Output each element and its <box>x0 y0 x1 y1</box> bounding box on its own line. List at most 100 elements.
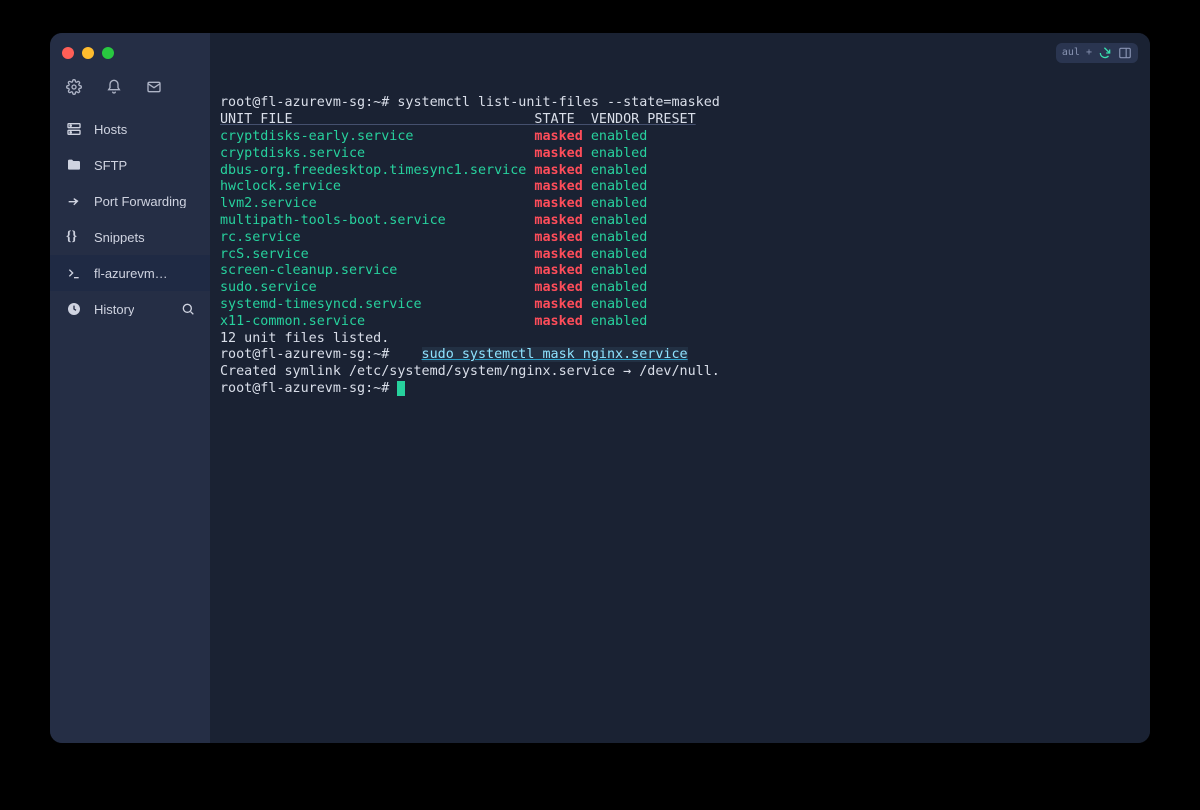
app-window: Hosts SFTP Port Forwarding {} Snippets f… <box>50 33 1150 743</box>
cursor <box>397 381 405 396</box>
col-unit: UNIT FILE <box>220 112 534 127</box>
prompt-line: root@fl-azurevm-sg:~# systemctl list-uni… <box>220 95 720 110</box>
service-state: masked <box>534 213 590 228</box>
service-preset: enabled <box>591 179 647 194</box>
service-preset: enabled <box>591 247 647 262</box>
minimize-icon[interactable] <box>82 47 94 59</box>
service-preset: enabled <box>591 297 647 312</box>
command: sudo systemctl mask nginx.service <box>422 347 688 362</box>
forward-icon <box>66 193 82 209</box>
braces-icon: {} <box>66 229 82 245</box>
prompt-line: root@fl-azurevm-sg:~# <box>220 347 422 362</box>
terminal-line: cryptdisks-early.service masked enabled <box>220 129 1136 146</box>
service-state: masked <box>534 163 590 178</box>
prompt-line: root@fl-azurevm-sg:~# <box>220 381 397 396</box>
sidebar-item-sftp[interactable]: SFTP <box>50 147 210 183</box>
terminal[interactable]: aul + root@fl-azurevm-sg:~# systemctl li… <box>210 33 1150 743</box>
summary-line: 12 unit files listed. <box>220 331 389 346</box>
service-name: cryptdisks-early.service <box>220 129 534 144</box>
service-name: x11-common.service <box>220 314 534 329</box>
col-state: STATE <box>534 112 590 127</box>
sidebar-item-session[interactable]: fl-azurevm… <box>50 255 210 291</box>
terminal-line: UNIT FILE STATE VENDOR PRESET <box>220 112 1136 129</box>
terminal-line: systemd-timesyncd.service masked enabled <box>220 297 1136 314</box>
service-state: masked <box>534 129 590 144</box>
sidebar-item-label: History <box>94 303 134 316</box>
terminal-line: sudo.service masked enabled <box>220 280 1136 297</box>
result-line: Created symlink /etc/systemd/system/ngin… <box>220 364 720 379</box>
sidebar-item-portfwd[interactable]: Port Forwarding <box>50 183 210 219</box>
terminal-line: multipath-tools-boot.service masked enab… <box>220 213 1136 230</box>
terminal-line: rcS.service masked enabled <box>220 247 1136 264</box>
folder-icon <box>66 157 82 173</box>
service-name: dbus-org.freedesktop.timesync1.service <box>220 163 534 178</box>
sidebar-item-label: fl-azurevm… <box>94 267 168 280</box>
service-name: systemd-timesyncd.service <box>220 297 534 312</box>
service-preset: enabled <box>591 314 647 329</box>
panel-icon[interactable] <box>1118 46 1132 60</box>
sidebar-item-hosts[interactable]: Hosts <box>50 111 210 147</box>
sidebar-top-icons <box>50 73 210 111</box>
service-preset: enabled <box>591 263 647 278</box>
terminal-line: screen-cleanup.service masked enabled <box>220 263 1136 280</box>
bell-icon[interactable] <box>106 79 122 95</box>
sidebar-nav: Hosts SFTP Port Forwarding {} Snippets f… <box>50 111 210 327</box>
terminal-line: root@fl-azurevm-sg:~# sudo systemctl mas… <box>220 347 1136 364</box>
service-name: multipath-tools-boot.service <box>220 213 534 228</box>
service-name: rc.service <box>220 230 534 245</box>
service-state: masked <box>534 280 590 295</box>
envelope-icon[interactable] <box>146 79 162 95</box>
col-preset: VENDOR PRESET <box>591 112 696 127</box>
service-state: masked <box>534 230 590 245</box>
zoom-icon[interactable] <box>102 47 114 59</box>
server-icon <box>66 121 82 137</box>
service-state: masked <box>534 297 590 312</box>
service-preset: enabled <box>591 230 647 245</box>
service-name: rcS.service <box>220 247 534 262</box>
service-state: masked <box>534 247 590 262</box>
terminal-line: lvm2.service masked enabled <box>220 196 1136 213</box>
sidebar-item-label: SFTP <box>94 159 127 172</box>
service-preset: enabled <box>591 196 647 211</box>
service-name: hwclock.service <box>220 179 534 194</box>
service-preset: enabled <box>591 280 647 295</box>
sidebar: Hosts SFTP Port Forwarding {} Snippets f… <box>50 33 210 743</box>
service-preset: enabled <box>591 163 647 178</box>
terminal-line: hwclock.service masked enabled <box>220 179 1136 196</box>
sidebar-item-label: Port Forwarding <box>94 195 186 208</box>
sidebar-item-history[interactable]: History <box>50 291 210 327</box>
sidebar-item-snippets[interactable]: {} Snippets <box>50 219 210 255</box>
terminal-line: root@fl-azurevm-sg:~# <box>220 381 1136 398</box>
sidebar-item-label: Hosts <box>94 123 127 136</box>
window-controls <box>50 41 210 73</box>
service-state: masked <box>534 263 590 278</box>
service-name: cryptdisks.service <box>220 146 534 161</box>
toolbar-label: aul + <box>1062 48 1092 58</box>
service-preset: enabled <box>591 213 647 228</box>
close-icon[interactable] <box>62 47 74 59</box>
service-state: masked <box>534 314 590 329</box>
service-state: masked <box>534 196 590 211</box>
share-icon[interactable] <box>1098 46 1112 60</box>
sidebar-item-label: Snippets <box>94 231 145 244</box>
terminal-line: dbus-org.freedesktop.timesync1.service m… <box>220 163 1136 180</box>
service-preset: enabled <box>591 146 647 161</box>
service-name: lvm2.service <box>220 196 534 211</box>
toolbar: aul + <box>1056 43 1138 63</box>
terminal-line: rc.service masked enabled <box>220 230 1136 247</box>
service-state: masked <box>534 146 590 161</box>
terminal-output: root@fl-azurevm-sg:~# systemctl list-uni… <box>220 95 1136 397</box>
gear-icon[interactable] <box>66 79 82 95</box>
terminal-line: root@fl-azurevm-sg:~# systemctl list-uni… <box>220 95 1136 112</box>
terminal-icon <box>66 265 82 281</box>
terminal-line: Created symlink /etc/systemd/system/ngin… <box>220 364 1136 381</box>
terminal-line: 12 unit files listed. <box>220 331 1136 348</box>
clock-icon <box>66 301 82 317</box>
search-icon[interactable] <box>180 301 196 317</box>
service-name: sudo.service <box>220 280 534 295</box>
service-name: screen-cleanup.service <box>220 263 534 278</box>
service-state: masked <box>534 179 590 194</box>
terminal-line: x11-common.service masked enabled <box>220 314 1136 331</box>
service-preset: enabled <box>591 129 647 144</box>
terminal-line: cryptdisks.service masked enabled <box>220 146 1136 163</box>
